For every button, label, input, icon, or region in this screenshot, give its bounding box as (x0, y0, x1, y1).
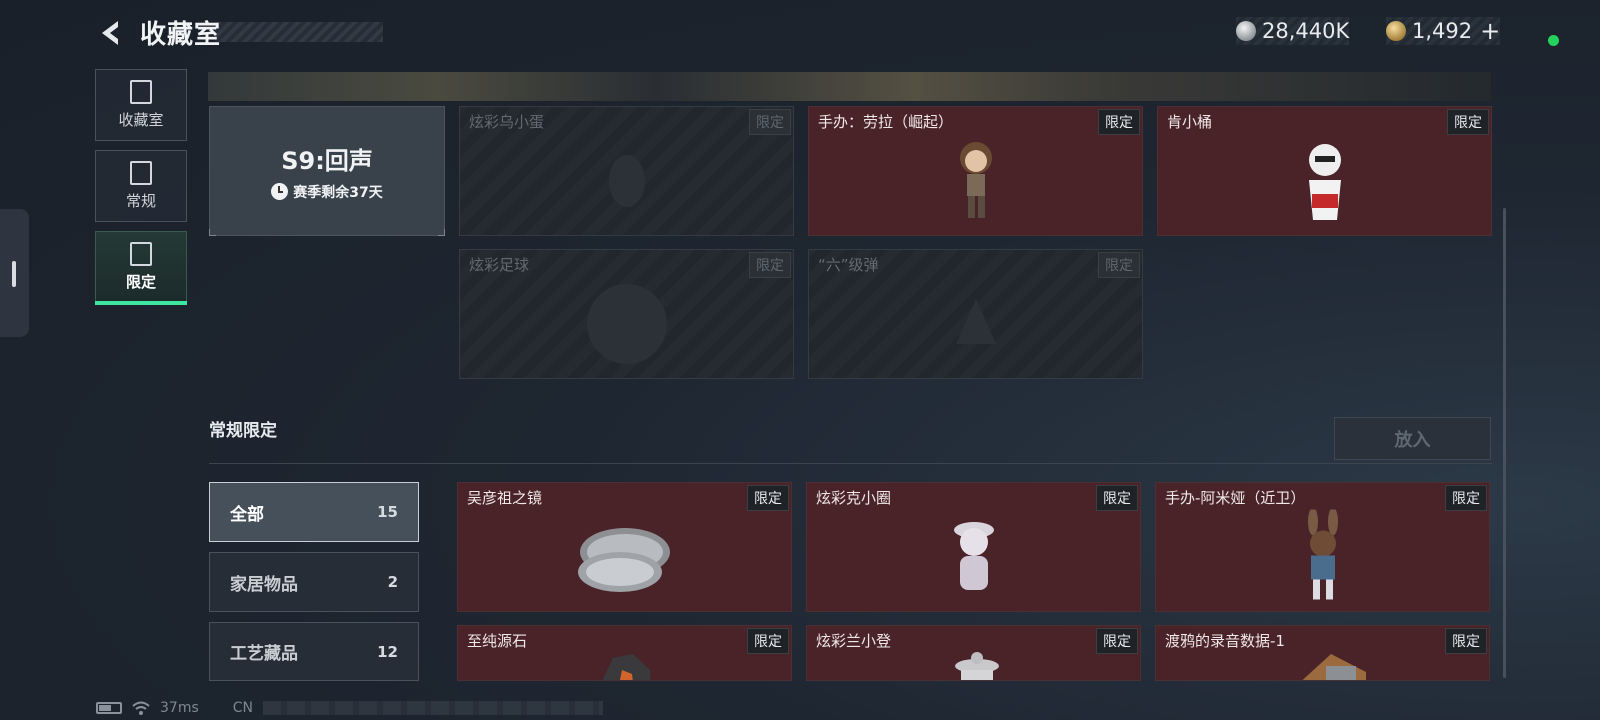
limited-tag: 限定 (747, 485, 789, 511)
back-button[interactable] (96, 18, 126, 48)
showcase-banner (208, 72, 1491, 101)
filter-count: 12 (377, 642, 398, 661)
status-bar: 37ms CN (96, 700, 603, 716)
collectible-card[interactable]: 炫彩兰小登 限定 (806, 625, 1141, 681)
egg-figure-icon (608, 155, 645, 208)
nav-regular-label: 常规 (125, 192, 156, 210)
originium-icon (602, 654, 650, 680)
limited-tag: 限定 (747, 628, 789, 654)
wifi-icon (132, 701, 150, 715)
figure-icon (953, 522, 994, 591)
amiya-figure-icon (1307, 509, 1338, 600)
collectible-card[interactable]: 至纯源石 限定 (457, 625, 792, 681)
gold-currency: 1,492 + (1386, 17, 1501, 45)
pedestal-icon (130, 161, 152, 185)
filter-label: 全部 (230, 504, 264, 525)
card-name: 吴彦祖之镜 (467, 489, 543, 507)
silver-currency: 28,440K (1236, 17, 1350, 45)
limited-icon (130, 242, 152, 266)
put-in-button[interactable]: 放入 (1334, 417, 1491, 460)
card-name: 至纯源石 (467, 632, 528, 650)
season-remaining-text: 赛季剩余37天 (293, 184, 383, 201)
limited-tag: 限定 (749, 252, 791, 278)
card-name: 炫彩兰小登 (816, 632, 892, 650)
vault-icon (130, 80, 152, 104)
gold-coin-icon (1386, 21, 1406, 41)
nav-limited[interactable]: 限定 (95, 231, 187, 305)
card-name: 炫彩克小圈 (816, 489, 892, 507)
collectible-card[interactable]: 渡鸦的录音数据-1 限定 (1155, 625, 1490, 681)
nav-regular[interactable]: 常规 (95, 150, 187, 222)
collectible-card[interactable]: 手办：劳拉（崛起） 限定 (808, 106, 1143, 236)
filter-all[interactable]: 全部 15 (209, 482, 419, 542)
obscured-text (263, 701, 603, 715)
card-name: 手办-阿米娅（近卫） (1165, 489, 1306, 507)
season-remaining: 赛季剩余37天 (271, 182, 383, 202)
card-name: 渡鸦的录音数据-1 (1165, 632, 1285, 650)
card-name: 炫彩乌小蛋 (469, 113, 545, 131)
collectible-card[interactable]: 肯小桶 限定 (1157, 106, 1492, 236)
season-panel: S9:回声 赛季剩余37天 (209, 106, 445, 236)
nav-vault[interactable]: 收藏室 (95, 69, 187, 141)
limited-tag: 限定 (749, 109, 791, 135)
limited-tag: 限定 (1096, 485, 1138, 511)
limited-tag: 限定 (1445, 628, 1487, 654)
card-name: 炫彩足球 (469, 256, 530, 274)
title-decoration (215, 22, 383, 42)
filter-count: 15 (377, 503, 398, 521)
collectible-card[interactable]: 吴彦祖之镜 限定 (457, 482, 792, 612)
side-drawer-handle[interactable] (0, 209, 29, 337)
limited-tag: 限定 (1096, 628, 1138, 654)
recording-device-icon (1302, 654, 1366, 680)
filter-count: 2 (387, 573, 398, 591)
online-status-indicator (1548, 35, 1559, 46)
back-arrow-icon (102, 21, 118, 45)
silver-amount: 28,440K (1262, 19, 1350, 43)
section-title: 常规限定 (209, 421, 277, 441)
gold-amount: 1,492 (1412, 19, 1473, 43)
collectible-card[interactable]: 炫彩足球 限定 (459, 249, 794, 379)
page-title: 收藏室 (140, 20, 222, 50)
card-name: 手办：劳拉（崛起） (818, 113, 954, 131)
scrollbar[interactable] (1503, 208, 1506, 678)
colonel-bucket-figure-icon (1308, 144, 1341, 221)
limited-tag: 限定 (1098, 109, 1140, 135)
region-label: CN (232, 700, 253, 716)
figure-icon (955, 652, 999, 680)
add-currency-button[interactable]: + (1480, 17, 1500, 45)
card-name: 肯小桶 (1167, 113, 1213, 131)
silver-coin-icon (1236, 21, 1256, 41)
nav-limited-label: 限定 (125, 273, 156, 291)
nav-vault-label: 收藏室 (118, 111, 164, 129)
collectible-card[interactable]: “六”级弹 限定 (808, 249, 1143, 379)
limited-tag: 限定 (1445, 485, 1487, 511)
collectible-card[interactable]: 手办-阿米娅（近卫） 限定 (1155, 482, 1490, 612)
clock-icon (271, 183, 289, 200)
filter-label: 工艺藏品 (230, 644, 298, 664)
filter-crafts[interactable]: 工艺藏品 12 (209, 622, 419, 681)
mirror-icon (577, 528, 670, 593)
filter-label: 家居物品 (230, 574, 298, 595)
collectible-card[interactable]: 炫彩乌小蛋 限定 (459, 106, 794, 236)
section-divider (209, 463, 1492, 464)
football-icon (586, 284, 667, 365)
battery-icon (96, 702, 122, 714)
collectible-card[interactable]: 炫彩克小圈 限定 (806, 482, 1141, 612)
card-name: “六”级弹 (818, 256, 879, 274)
season-name: S9:回声 (281, 146, 373, 175)
ping-value: 37ms (160, 700, 199, 716)
limited-tag: 限定 (1447, 109, 1489, 135)
limited-tag: 限定 (1098, 252, 1140, 278)
filter-home-items[interactable]: 家居物品 2 (209, 552, 419, 612)
bullet-icon (955, 299, 996, 345)
lara-figure-icon (959, 142, 992, 219)
